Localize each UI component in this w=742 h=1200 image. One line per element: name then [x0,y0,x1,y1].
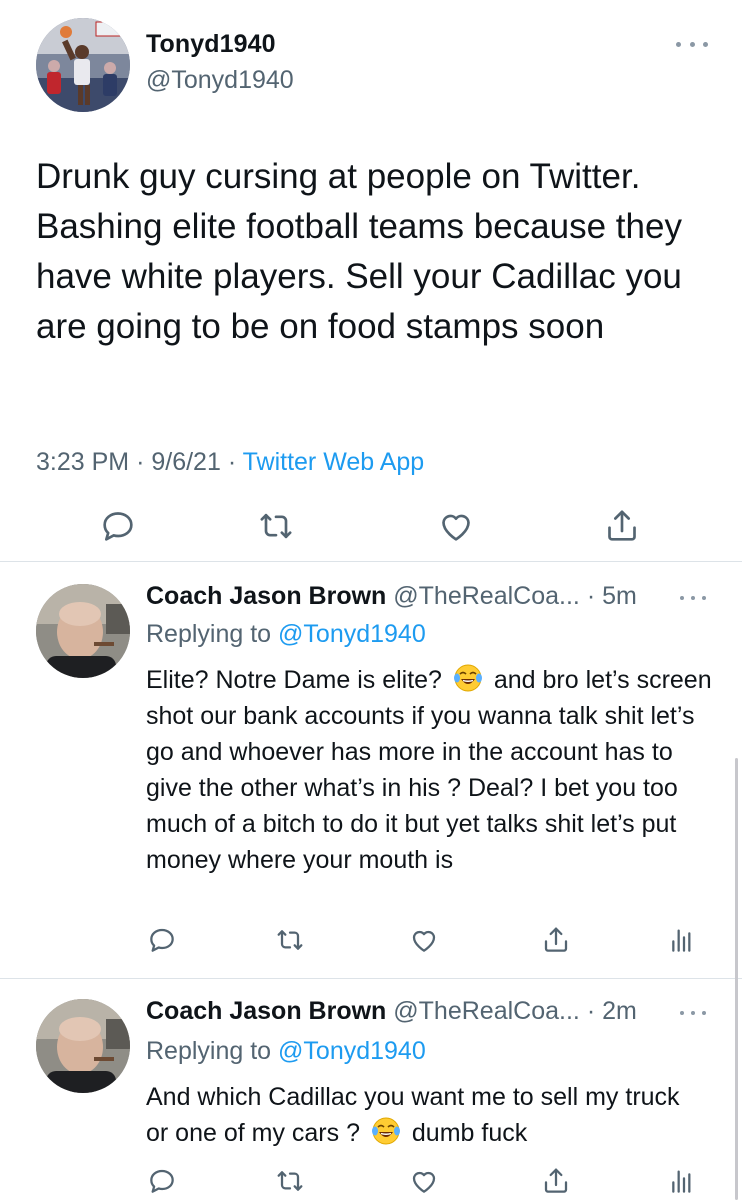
avatar-man-photo-icon [36,999,130,1093]
more-options-icon[interactable] [676,36,708,52]
mention-link[interactable]: @Tonyd1940 [278,1037,426,1065]
reply-time[interactable]: · 2m [587,997,637,1025]
replying-to: Replying to @Tonyd1940 [146,1037,426,1066]
reply-time[interactable]: · 5m [587,582,637,610]
display-name[interactable]: Tonyd1940 [146,30,276,59]
like-icon[interactable] [408,924,440,956]
reply-tweet: Coach Jason Brown @TheRealCoa... · 2m Re… [0,979,742,1200]
reply-text-part: Elite? Notre Dame is elite? [146,666,442,694]
avatar[interactable] [36,18,130,112]
display-name[interactable]: Coach Jason Brown [146,997,386,1025]
tweet-thread-screen: Tonyd1940 @Tonyd1940 Drunk guy cursing a… [0,0,742,1200]
analytics-icon[interactable] [664,924,696,956]
reply-icon[interactable] [98,506,138,546]
retweet-icon[interactable] [256,506,296,546]
retweet-icon[interactable] [274,1165,306,1197]
share-icon[interactable] [540,1165,572,1197]
tweet-date: 9/6/21 [151,448,221,476]
tweet-source-link[interactable]: Twitter Web App [243,448,425,476]
reply-text-part: and bro let’s screen shot our bank accou… [146,666,712,874]
reply-header: Coach Jason Brown @TheRealCoa... · 5m [146,582,706,614]
mention-link[interactable]: @Tonyd1940 [278,620,426,648]
like-icon[interactable] [436,506,476,546]
avatar-man-photo-icon [36,584,130,678]
avatar[interactable] [36,999,130,1093]
meta-separator: · [136,448,145,476]
retweet-icon[interactable] [274,924,306,956]
reply-icon[interactable] [146,924,178,956]
avatar[interactable] [36,584,130,678]
reply-text: Elite? Notre Dame is elite? and bro let’… [146,662,716,878]
meta-separator: · [227,448,237,476]
user-handle[interactable]: @Tonyd1940 [146,66,294,95]
share-icon[interactable] [540,924,572,956]
reply-tweet: Coach Jason Brown @TheRealCoa... · 5m Re… [0,562,742,978]
reply-icon[interactable] [146,1165,178,1197]
share-icon[interactable] [602,506,642,546]
more-options-icon[interactable] [680,592,706,604]
reply-text: And which Cadillac you want me to sell m… [146,1079,686,1151]
reply-action-bar [0,1165,742,1199]
reply-action-bar [0,924,742,958]
reply-header: Coach Jason Brown @TheRealCoa... · 2m [146,997,706,1029]
face-with-tears-of-joy-icon [453,664,482,692]
tweet-metadata: 3:23 PM · 9/6/21 · Twitter Web App [36,448,424,477]
face-with-tears-of-joy-icon [371,1117,400,1145]
user-handle[interactable]: @TheRealCoa... [393,997,580,1025]
replying-to-label: Replying to [146,620,272,648]
replying-to: Replying to @Tonyd1940 [146,620,426,649]
avatar-basketball-photo-icon [36,18,130,112]
like-icon[interactable] [408,1165,440,1197]
main-tweet: Tonyd1940 @Tonyd1940 Drunk guy cursing a… [0,0,742,562]
more-options-icon[interactable] [680,1007,706,1019]
scrollbar[interactable] [735,758,738,1200]
tweet-text: Drunk guy cursing at people on Twitter. … [36,157,682,346]
reply-text-part: dumb fuck [411,1119,528,1147]
analytics-icon[interactable] [664,1165,696,1197]
tweet-time: 3:23 PM [36,448,130,476]
user-handle[interactable]: @TheRealCoa... [393,582,580,610]
tweet-action-bar [0,506,742,548]
display-name[interactable]: Coach Jason Brown [146,582,386,610]
replying-to-label: Replying to [146,1037,272,1065]
